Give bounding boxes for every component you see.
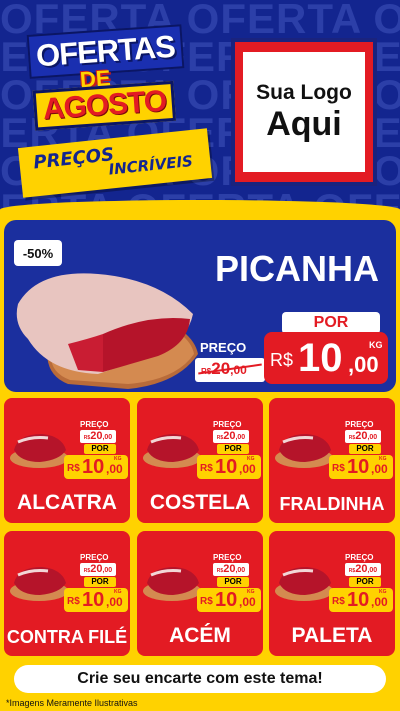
meat-image [143, 567, 201, 601]
product-card[interactable]: PREÇO R$20,00 POR R$ 10,00 KG COSTELA [137, 398, 263, 523]
cta-button[interactable]: Crie seu encarte com este tema! [14, 665, 386, 693]
new-price: R$ 10,00 KG [329, 588, 393, 612]
old-price: R$20,00 [345, 563, 381, 576]
product-name: PALETA [291, 624, 373, 647]
new-price: R$ 10,00 KG [64, 455, 128, 479]
price-tag: PREÇO R$20,00 POR R$ 10,00 KG [197, 420, 261, 479]
product-card[interactable]: PREÇO R$20,00 POR R$ 10,00 KG ACÉM [137, 531, 263, 656]
price-tag: PREÇO R$20,00 POR R$ 10,00 KG [197, 553, 261, 612]
discount-badge: -50% [14, 240, 62, 266]
title-agosto: AGOSTO [32, 80, 177, 131]
price-tag: PREÇO R$20,00 POR R$ 10,00 KG [64, 553, 128, 612]
preco-label: PREÇO [80, 420, 109, 429]
subtitle-precos: PREÇOS [32, 144, 116, 174]
new-price: R$ 10,00 KG [64, 588, 128, 612]
footnote: *Imagens Meramente Ilustrativas [6, 698, 138, 708]
price-tag: PREÇO R$20,00 POR R$ 10,00 KG [329, 553, 393, 612]
por-label: POR [349, 444, 381, 454]
new-price: R$ 10,00 KG [197, 588, 261, 612]
old-price: R$20,00 [80, 430, 116, 443]
meat-image [275, 567, 333, 601]
featured-product-name: PICANHA [214, 248, 379, 289]
product-name: ALCATRA [17, 491, 117, 514]
por-label: POR [84, 577, 116, 587]
product-card[interactable]: PREÇO R$20,00 POR R$ 10,00 KG PALETA [269, 531, 395, 656]
old-price: R$20,00 [213, 430, 249, 443]
product-name: COSTELA [149, 491, 251, 514]
logo-placeholder[interactable]: Sua Logo Aqui [231, 38, 377, 186]
meat-image [10, 434, 68, 468]
header: OFERTA OFERTA OFERTA OFERTA OFERTA OFERT… [0, 0, 400, 212]
preco-label: PREÇO [213, 553, 242, 562]
preco-label: PREÇO [213, 420, 242, 429]
header-wave [0, 200, 400, 212]
new-price: R$ 10,00 KG [329, 455, 393, 479]
featured-preco-label: PREÇO [200, 340, 247, 355]
new-price: R$ 10,00 KG [197, 455, 261, 479]
meat-image [275, 434, 333, 468]
preco-label: PREÇO [345, 420, 374, 429]
por-label: POR [217, 444, 249, 454]
old-price: R$20,00 [213, 563, 249, 576]
product-name: ACÉM [169, 624, 231, 647]
product-card[interactable]: PREÇO R$20,00 POR R$ 10,00 KG CONTRA FILÉ [4, 531, 130, 656]
old-price: R$20,00 [80, 563, 116, 576]
por-label: POR [349, 577, 381, 587]
meat-image [10, 567, 68, 601]
price-tag: PREÇO R$20,00 POR R$ 10,00 KG [64, 420, 128, 479]
title-card: OFERTAS DE AGOSTO [26, 24, 185, 135]
old-price: R$20,00 [345, 430, 381, 443]
por-label: POR [84, 444, 116, 454]
preco-label: PREÇO [80, 553, 109, 562]
preco-label: PREÇO [345, 553, 374, 562]
price-tag: PREÇO R$20,00 POR R$ 10,00 KG [329, 420, 393, 479]
product-card[interactable]: PREÇO R$20,00 POR R$ 10,00 KG FRALDINHA [269, 398, 395, 523]
product-name: FRALDINHA [279, 494, 385, 514]
por-label: POR [217, 577, 249, 587]
logo-text-line1: Sua Logo [256, 81, 352, 104]
featured-new-price: R$ 10 ,00 KG [264, 332, 388, 384]
featured-por-label: POR [282, 312, 380, 334]
meat-image [143, 434, 201, 468]
product-card[interactable]: PREÇO R$20,00 POR R$ 10,00 KG ALCATRA [4, 398, 130, 523]
subtitle-incriveis: INCRÍVEIS [107, 151, 194, 179]
product-name: CONTRA FILÉ [6, 627, 128, 647]
meat-image [16, 273, 198, 389]
logo-text-line2: Aqui [266, 105, 342, 143]
